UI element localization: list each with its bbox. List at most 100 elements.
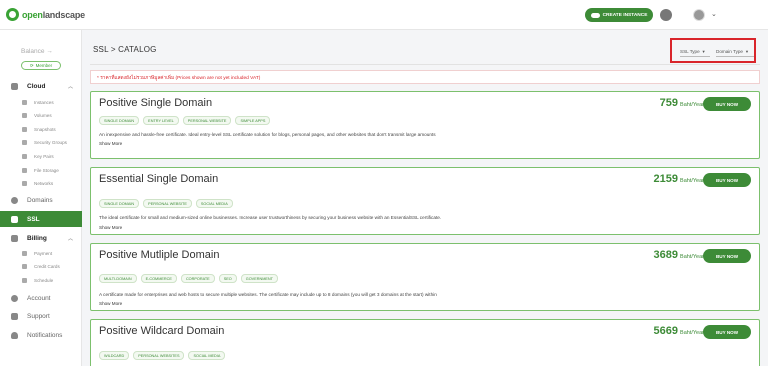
price-value: 3689: [653, 249, 679, 261]
ssl-type-label: SSL Type: [680, 49, 700, 54]
logo[interactable]: openlandscape: [6, 8, 85, 21]
sidebar-item-label: Key Pairs: [34, 154, 54, 159]
sidebar-item-domains[interactable]: Domains: [0, 193, 82, 207]
buy-now-button[interactable]: BUY NOW: [703, 97, 751, 111]
sidebar-item-payment[interactable]: Payment: [0, 249, 82, 258]
tag: PERSONAL WEBSITES: [133, 351, 185, 360]
create-instance-label: CREATE INSTANCE: [602, 12, 648, 18]
product-title: Essential Single Domain: [99, 173, 219, 185]
sidebar-item-label: Notifications: [27, 331, 63, 339]
sidebar-item-account[interactable]: Account: [0, 291, 82, 305]
sidebar-item-support[interactable]: Support: [0, 309, 82, 323]
product-price: 3689 Baht/Year: [654, 249, 704, 261]
globe-icon: [11, 196, 18, 204]
sidebar-item-label: Snapshots: [34, 127, 56, 132]
sidebar-item-instances[interactable]: Instances: [0, 98, 82, 107]
breadcrumb: SSL > CATALOG: [93, 45, 157, 54]
buy-now-button[interactable]: BUY NOW: [703, 325, 751, 339]
tag: SINGLE DOMAIN: [99, 116, 140, 125]
tag: SOCIAL MEDIA: [195, 199, 233, 208]
product-title: Positive Mutliple Domain: [99, 249, 220, 261]
cloud-icon: [590, 12, 600, 18]
product-description: The ideal certificate for small and medi…: [99, 215, 442, 220]
balance-link[interactable]: Balance →: [21, 48, 53, 55]
dropdown-arrow-icon: ▼: [744, 49, 749, 54]
product-title: Positive Wildcard Domain: [99, 325, 225, 337]
ssl-type-select[interactable]: SSL Type ▼: [680, 47, 710, 57]
sidebar-item-label: Cloud: [27, 82, 46, 90]
tag: SIMPLE APPS: [235, 116, 271, 125]
sidebar-item-file-storage[interactable]: File Storage: [0, 166, 82, 175]
create-instance-button[interactable]: CREATE INSTANCE: [585, 8, 653, 22]
show-more-link[interactable]: Show More: [99, 301, 122, 306]
tag: PERSONAL WEBSITE: [182, 116, 232, 125]
calendar-icon: [22, 278, 27, 283]
sidebar-item-ssl[interactable]: SSL: [0, 211, 82, 227]
sidebar-item-networks[interactable]: Networks: [0, 179, 82, 188]
top-bar: openlandscape CREATE INSTANCE ⌄: [0, 0, 768, 30]
logo-text-green: open: [22, 9, 43, 20]
sidebar-item-notifications[interactable]: Notifications: [0, 328, 82, 342]
price-value: 2159: [653, 173, 679, 185]
tag: SINGLE DOMAIN: [99, 199, 140, 208]
buy-now-button[interactable]: BUY NOW: [703, 249, 751, 263]
payment-icon: [22, 251, 27, 256]
price-unit: Baht/Year: [680, 330, 704, 336]
product-title: Positive Single Domain: [99, 97, 213, 109]
tag: ENTRY LEVEL: [143, 116, 179, 125]
sidebar-item-label: Schedule: [34, 278, 54, 283]
buy-now-button[interactable]: BUY NOW: [703, 173, 751, 187]
sidebar-item-label: Billing: [27, 234, 47, 242]
sidebar: Balance → ⟳ Member Cloud ︿ Instances Vol…: [0, 30, 82, 366]
filter-group: SSL Type ▼ Domain Type ▼: [670, 38, 756, 63]
sidebar-item-schedule[interactable]: Schedule: [0, 276, 82, 285]
sidebar-item-label: Support: [27, 312, 50, 320]
tag-list: SINGLE DOMAIN ENTRY LEVEL PERSONAL WEBSI…: [99, 116, 271, 125]
domain-type-select[interactable]: Domain Type ▼: [716, 47, 754, 57]
sidebar-item-cloud[interactable]: Cloud ︿: [0, 79, 82, 93]
price-value: 759: [659, 97, 679, 109]
member-badge[interactable]: ⟳ Member: [21, 61, 61, 70]
member-label: Member: [35, 63, 53, 68]
tag: SEO: [218, 274, 237, 283]
snapshots-icon: [22, 127, 27, 132]
sidebar-item-label: Payment: [34, 251, 53, 256]
sidebar-item-snapshots[interactable]: Snapshots: [0, 125, 82, 134]
sidebar-item-volumes[interactable]: Volumes: [0, 111, 82, 120]
sidebar-item-security-groups[interactable]: Security Groups: [0, 138, 82, 147]
member-icon: ⟳: [29, 62, 34, 68]
support-icon: [11, 312, 18, 320]
product-card: Positive Single Domain 759 Baht/Year BUY …: [90, 91, 760, 159]
chevron-up-icon: ︿: [68, 235, 74, 242]
tag: CORPORATE: [180, 274, 215, 283]
tag-list: SINGLE DOMAIN PERSONAL WEBSITE SOCIAL ME…: [99, 199, 233, 208]
user-icon: [11, 294, 18, 302]
sidebar-item-label: Account: [27, 294, 51, 302]
sidebar-item-billing[interactable]: Billing ︿: [0, 231, 82, 245]
vat-note: * ราคาที่แสดงยังไม่รวมภาษีมูลค่าเพิ่ม (P…: [90, 70, 760, 84]
tag: PERSONAL WEBSITE: [143, 199, 192, 208]
sidebar-item-label: Networks: [34, 181, 54, 186]
shield-icon: [22, 140, 27, 145]
product-price: 759 Baht/Year: [660, 97, 704, 109]
avatar[interactable]: [693, 9, 705, 21]
tag-list: WILDCARD PERSONAL WEBSITES SOCIAL MEDIA: [99, 351, 226, 360]
tag: SOCIAL MEDIA: [188, 351, 226, 360]
user-menu-chevron-icon[interactable]: ⌄: [711, 10, 717, 18]
price-unit: Baht/Year: [680, 102, 704, 108]
product-price: 2159 Baht/Year: [654, 173, 704, 185]
chevron-up-icon: ︿: [68, 83, 74, 90]
product-description: A certificate made for enterprises and w…: [99, 292, 437, 297]
notification-bell-icon[interactable]: [660, 9, 672, 21]
sidebar-item-key-pairs[interactable]: Key Pairs: [0, 152, 82, 161]
shield-check-icon: [11, 215, 18, 223]
domain-type-label: Domain Type: [716, 49, 743, 54]
network-icon: [22, 181, 27, 186]
sidebar-item-label: Security Groups: [34, 140, 67, 145]
show-more-link[interactable]: Show More: [99, 141, 122, 146]
show-more-link[interactable]: Show More: [99, 225, 122, 230]
bell-icon: [11, 331, 18, 339]
key-icon: [22, 154, 27, 159]
sidebar-item-credit-cards[interactable]: Credit Cards: [0, 262, 82, 271]
tag-list: MULTI-DOMAIN E-COMMERCE CORPORATE SEO GO…: [99, 274, 278, 283]
